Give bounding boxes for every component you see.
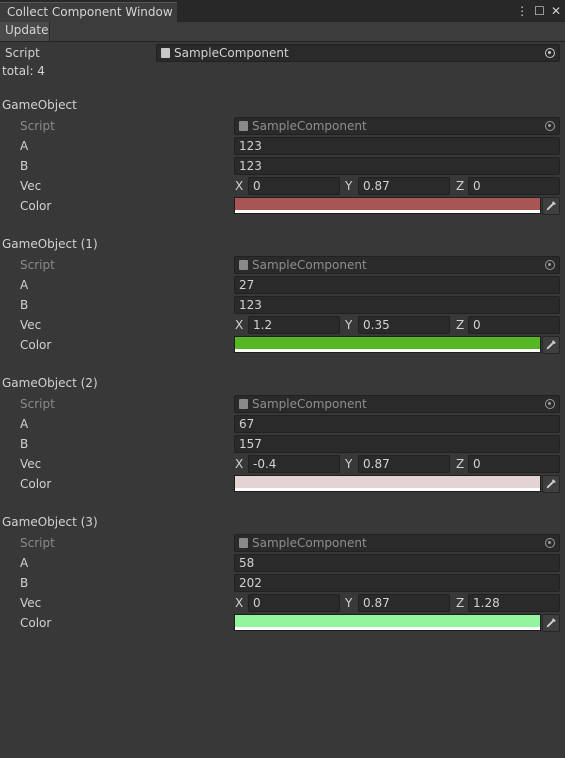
window-tab[interactable]: Collect Component Window (0, 2, 177, 22)
field-b-input[interactable]: 123 (234, 157, 560, 175)
script-object-field: SampleComponent (234, 534, 560, 552)
field-b-input[interactable]: 123 (234, 296, 560, 314)
window-title: Collect Component Window (7, 5, 173, 19)
alpha-bar (235, 349, 540, 352)
script-label: Script (20, 258, 55, 272)
vec-y-label[interactable]: Y (345, 455, 352, 473)
color-swatch[interactable] (234, 475, 541, 492)
field-color-label: Color (20, 338, 52, 352)
vec-z-label[interactable]: Z (456, 177, 464, 195)
script-file-icon (239, 538, 248, 548)
window-controls: ⋮ ☐ ✕ (516, 2, 561, 20)
object-picker-icon (545, 538, 555, 548)
object-picker-icon (545, 121, 555, 131)
vec-x-input[interactable]: 0 (248, 177, 340, 195)
script-object-field: SampleComponent (234, 395, 560, 413)
vec-z-input[interactable]: 0 (468, 177, 560, 195)
script-label: Script (20, 119, 55, 133)
field-b-label: B (20, 576, 29, 590)
field-b-input[interactable]: 202 (234, 574, 560, 592)
script-object-value: SampleComponent (252, 258, 367, 272)
gameobject-name: GameObject (3) (2, 515, 98, 529)
eyedropper-icon[interactable] (542, 336, 560, 354)
script-file-icon (161, 48, 170, 58)
color-swatch[interactable] (234, 336, 541, 353)
field-vec-label: Vec (20, 179, 42, 193)
object-picker-icon (545, 260, 555, 270)
update-button[interactable]: Update (0, 22, 50, 41)
script-object-value: SampleComponent (252, 397, 367, 411)
script-label: Script (20, 397, 55, 411)
field-vec-label: Vec (20, 596, 42, 610)
title-bar: Collect Component Window ⋮ ☐ ✕ (0, 0, 565, 22)
object-picker-icon (545, 399, 555, 409)
field-color-label: Color (20, 616, 52, 630)
script-object-value: SampleComponent (252, 536, 367, 550)
vec-y-label[interactable]: Y (345, 177, 352, 195)
field-b-input[interactable]: 157 (234, 435, 560, 453)
script-object-value: SampleComponent (174, 46, 289, 60)
field-a-input[interactable]: 123 (234, 137, 560, 155)
field-b-label: B (20, 159, 29, 173)
script-file-icon (239, 260, 248, 270)
vec-x-label[interactable]: X (235, 594, 243, 612)
total-count: total: 4 (2, 64, 45, 78)
more-options-icon[interactable]: ⋮ (516, 2, 528, 20)
object-picker-icon[interactable] (545, 48, 555, 58)
vec-y-label[interactable]: Y (345, 594, 352, 612)
vec-z-label[interactable]: Z (456, 594, 464, 612)
script-label: Script (20, 536, 55, 550)
vec-x-label[interactable]: X (235, 455, 243, 473)
field-a-label: A (20, 417, 29, 431)
field-a-label: A (20, 556, 29, 570)
vec-x-input[interactable]: 0 (248, 594, 340, 612)
vec-z-label[interactable]: Z (456, 316, 464, 334)
field-a-label: A (20, 139, 29, 153)
gameobject-name: GameObject (2, 98, 77, 112)
vec-y-input[interactable]: 0.87 (358, 594, 450, 612)
alpha-bar (235, 627, 540, 630)
script-object-field: SampleComponent (234, 256, 560, 274)
field-a-input[interactable]: 27 (234, 276, 560, 294)
vec-x-input[interactable]: -0.4 (248, 455, 340, 473)
script-label: Script (5, 46, 40, 60)
vec-z-input[interactable]: 1.28 (468, 594, 560, 612)
script-file-icon (239, 399, 248, 409)
vec-z-label[interactable]: Z (456, 455, 464, 473)
vec-z-input[interactable]: 0 (468, 455, 560, 473)
vec-x-label[interactable]: X (235, 177, 243, 195)
vec-y-input[interactable]: 0.87 (358, 177, 450, 195)
script-file-icon (239, 121, 248, 131)
close-icon[interactable]: ✕ (551, 2, 561, 20)
field-vec-label: Vec (20, 318, 42, 332)
vec-x-input[interactable]: 1.2 (248, 316, 340, 334)
alpha-bar (235, 488, 540, 491)
gameobject-name: GameObject (1) (2, 237, 98, 251)
field-color-label: Color (20, 477, 52, 491)
field-vec-label: Vec (20, 457, 42, 471)
script-object-field[interactable]: SampleComponent (156, 44, 560, 62)
vec-y-input[interactable]: 0.35 (358, 316, 450, 334)
vec-y-label[interactable]: Y (345, 316, 352, 334)
vec-z-input[interactable]: 0 (468, 316, 560, 334)
eyedropper-icon[interactable] (542, 475, 560, 493)
maximize-icon[interactable]: ☐ (534, 2, 545, 20)
color-swatch[interactable] (234, 614, 541, 631)
field-a-input[interactable]: 58 (234, 554, 560, 572)
eyedropper-icon[interactable] (542, 614, 560, 632)
field-a-input[interactable]: 67 (234, 415, 560, 433)
vec-x-label[interactable]: X (235, 316, 243, 334)
script-object-value: SampleComponent (252, 119, 367, 133)
field-a-label: A (20, 278, 29, 292)
alpha-bar (235, 210, 540, 213)
field-b-label: B (20, 298, 29, 312)
field-color-label: Color (20, 199, 52, 213)
gameobject-name: GameObject (2) (2, 376, 98, 390)
toolbar: Update (0, 22, 565, 42)
eyedropper-icon[interactable] (542, 197, 560, 215)
script-object-field: SampleComponent (234, 117, 560, 135)
color-swatch[interactable] (234, 197, 541, 214)
vec-y-input[interactable]: 0.87 (358, 455, 450, 473)
field-b-label: B (20, 437, 29, 451)
